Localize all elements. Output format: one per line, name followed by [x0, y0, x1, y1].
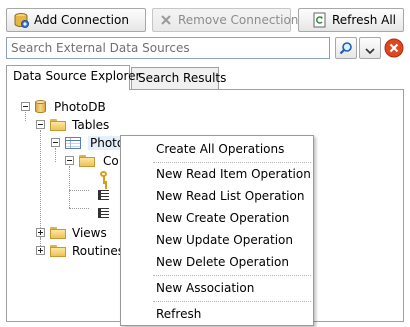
- tree-item-columns-label: Co: [103, 154, 119, 168]
- add-connection-button[interactable]: Add Connection: [6, 8, 146, 32]
- menu-separator: [153, 301, 311, 302]
- key-icon: [99, 170, 109, 184]
- expand-toggle-columns[interactable]: [65, 156, 74, 165]
- chevron-down-icon: [365, 44, 375, 55]
- magnifier-icon: [339, 41, 353, 55]
- menu-item-new-association[interactable]: New Association: [156, 281, 254, 295]
- folder-icon: [50, 245, 66, 257]
- table-icon: [65, 137, 81, 149]
- tree-item-views-label: Views: [72, 226, 107, 240]
- menu-separator: [153, 162, 311, 163]
- menu-item-new-read-item-operation[interactable]: New Read Item Operation: [156, 167, 311, 181]
- folder-open-icon: [79, 155, 95, 167]
- tree-item-routines[interactable]: Routines: [50, 242, 124, 260]
- search-button[interactable]: [335, 37, 357, 59]
- remove-connection-button[interactable]: Remove Connection: [152, 8, 298, 32]
- column-icon: [98, 190, 109, 200]
- refresh-all-button[interactable]: Refresh All: [298, 8, 404, 32]
- folder-open-icon: [50, 119, 66, 131]
- tree-item-key-column[interactable]: [99, 168, 109, 186]
- expand-toggle-tables[interactable]: [36, 120, 45, 129]
- tree-item-photodb[interactable]: PhotoDB: [35, 98, 106, 116]
- tree-item-tables-label: Tables: [72, 118, 110, 132]
- menu-item-new-read-list-operation[interactable]: New Read List Operation: [156, 189, 304, 203]
- tree-item-views[interactable]: Views: [50, 224, 107, 242]
- menu-separator: [153, 275, 311, 276]
- database-icon: [35, 100, 46, 114]
- expand-toggle-views[interactable]: [36, 228, 45, 237]
- add-connection-label: Add Connection: [34, 13, 129, 27]
- search-input[interactable]: Search External Data Sources: [6, 37, 330, 59]
- expand-toggle-photo[interactable]: [51, 138, 60, 147]
- add-connection-icon: [13, 12, 29, 28]
- tab-data-source-explorer[interactable]: Data Source Explorer: [6, 65, 140, 90]
- context-menu: Create All Operations New Read Item Oper…: [120, 135, 314, 326]
- menu-item-new-delete-operation[interactable]: New Delete Operation: [156, 255, 289, 269]
- tree-item-routines-label: Routines: [72, 244, 125, 258]
- tab-search-results[interactable]: Search Results: [131, 67, 226, 89]
- clear-search-button[interactable]: [384, 38, 404, 58]
- expand-toggle-photodb[interactable]: [21, 102, 30, 111]
- tree-item-column-1[interactable]: [98, 186, 109, 204]
- expand-toggle-routines[interactable]: [36, 246, 45, 255]
- menu-item-refresh[interactable]: Refresh: [156, 307, 201, 321]
- refresh-all-label: Refresh All: [332, 13, 397, 27]
- menu-item-new-update-operation[interactable]: New Update Operation: [156, 233, 293, 247]
- tab-search-results-label: Search Results: [138, 71, 227, 85]
- tree-item-tables[interactable]: Tables: [50, 116, 109, 134]
- column-icon: [98, 208, 109, 218]
- remove-connection-label: Remove Connection: [178, 13, 299, 27]
- search-options-button[interactable]: [359, 37, 381, 59]
- remove-icon: [159, 13, 173, 27]
- tree-item-column-2[interactable]: [98, 204, 109, 222]
- refresh-icon: [313, 12, 327, 28]
- close-icon: [384, 38, 404, 58]
- tree-item-photo[interactable]: Photo: [65, 134, 127, 152]
- tree-item-photodb-label: PhotoDB: [54, 100, 106, 114]
- folder-icon: [50, 227, 66, 239]
- menu-item-create-all-operations[interactable]: Create All Operations: [156, 142, 284, 156]
- tab-data-source-explorer-label: Data Source Explorer: [13, 69, 141, 83]
- menu-item-new-create-operation[interactable]: New Create Operation: [156, 211, 289, 225]
